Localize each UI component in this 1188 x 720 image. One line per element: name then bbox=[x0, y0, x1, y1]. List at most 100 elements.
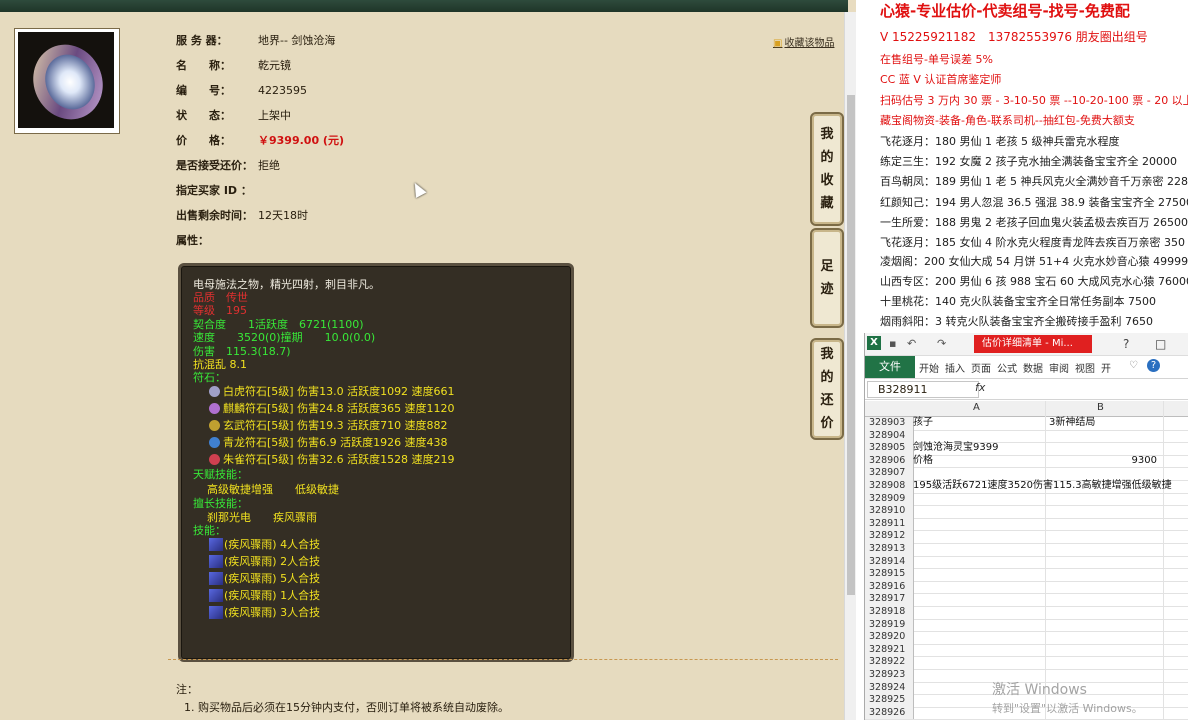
tab-more[interactable]: 开 bbox=[1101, 360, 1111, 375]
sheet-row[interactable]: 328911 bbox=[865, 517, 1188, 532]
item-thumbnail[interactable] bbox=[14, 28, 120, 134]
sheet-row[interactable]: 328916 bbox=[865, 580, 1188, 595]
rune-gem-icon bbox=[209, 403, 220, 414]
tab-file[interactable]: 文件 bbox=[865, 356, 915, 378]
rune-gem-icon bbox=[209, 437, 220, 448]
row-number[interactable]: 328907 bbox=[865, 467, 914, 480]
tab-view[interactable]: 视图 bbox=[1075, 360, 1095, 375]
row-number[interactable]: 328918 bbox=[865, 606, 914, 619]
row-number[interactable]: 328915 bbox=[865, 568, 914, 581]
cell-a[interactable]: 195级活跃6721速度3520伤害115.3高敏捷增强低级敏捷 bbox=[913, 480, 1172, 493]
tab-page[interactable]: 页面 bbox=[971, 360, 991, 375]
sheet-grid[interactable]: 328903 孩子 3新神结局 328904 328905 剑蚀沧海灵宝9399 32890… bbox=[865, 417, 1188, 720]
sheet-row[interactable]: 328907 bbox=[865, 467, 1188, 481]
save-icon[interactable]: ▪ bbox=[889, 337, 896, 350]
row-number[interactable]: 328908 bbox=[865, 480, 914, 493]
cell-a[interactable]: 价格 bbox=[913, 455, 933, 468]
doc-line: 飞花逐月：185 女仙 4 阶水克火程度青龙阵去疾百万亲密 350 bbox=[880, 236, 1185, 249]
fx-icon[interactable]: fx bbox=[975, 381, 985, 394]
tab-home[interactable]: 开始 bbox=[919, 360, 939, 375]
doc-line: 百鸟朝凤：189 男仙 1 老 5 神兵风克火全满妙音千万亲密 228 bbox=[880, 175, 1188, 188]
row-number[interactable]: 328905 bbox=[865, 442, 914, 455]
tab-review[interactable]: 审阅 bbox=[1049, 360, 1069, 375]
column-a-header[interactable]: A bbox=[973, 402, 980, 413]
row-number[interactable]: 328925 bbox=[865, 694, 914, 707]
scrollbar-thumb[interactable] bbox=[847, 95, 855, 595]
row-number[interactable]: 328909 bbox=[865, 492, 914, 506]
sheet-row[interactable]: 328919 bbox=[865, 618, 1188, 633]
undo-icon[interactable]: ↶ bbox=[907, 337, 916, 350]
row-number[interactable]: 328924 bbox=[865, 681, 914, 695]
row-number[interactable]: 328911 bbox=[865, 517, 914, 531]
name-box[interactable]: B328911 bbox=[867, 381, 979, 398]
sheet-row[interactable]: 328921 bbox=[865, 643, 1188, 658]
sheet-row[interactable]: 328914 bbox=[865, 555, 1188, 570]
row-number[interactable]: 328917 bbox=[865, 593, 914, 606]
help-icon[interactable]: ? bbox=[1123, 337, 1129, 351]
column-b-header[interactable]: B bbox=[1097, 402, 1104, 413]
doc-line: 扫码估号 3 万内 30 票 - 3-10-50 票 --10-20-100 票… bbox=[880, 94, 1188, 107]
help-circle-icon[interactable]: ? bbox=[1147, 359, 1160, 372]
row-number[interactable]: 328920 bbox=[865, 631, 914, 644]
restore-icon[interactable]: □ bbox=[1155, 337, 1166, 351]
sheet-row[interactable]: 328913 bbox=[865, 543, 1188, 557]
row-number[interactable]: 328919 bbox=[865, 618, 914, 632]
row-number[interactable]: 328916 bbox=[865, 580, 914, 594]
redo-icon[interactable]: ↷ bbox=[937, 337, 946, 350]
row-number[interactable]: 328923 bbox=[865, 669, 914, 682]
skill-icon bbox=[209, 606, 223, 619]
speed-line: 速度 3520(0)撞期 10.0(0.0) bbox=[193, 331, 376, 344]
row-number[interactable]: 328912 bbox=[865, 530, 914, 543]
sheet-row[interactable]: 328917 bbox=[865, 593, 1188, 607]
sheet-row[interactable]: 328918 bbox=[865, 606, 1188, 620]
row-number[interactable]: 328914 bbox=[865, 555, 914, 569]
rune-item: 麒麟符石[5级] 伤害24.8 活跃度365 速度1120 bbox=[209, 402, 455, 415]
sheet-row[interactable]: 328912 bbox=[865, 530, 1188, 544]
level-line: 等级 195 bbox=[193, 304, 247, 317]
tab-insert[interactable]: 插入 bbox=[945, 360, 965, 375]
my-bargain-tab[interactable]: 我 的 还 价 bbox=[810, 338, 844, 440]
rune-item: 青龙符石[5级] 伤害6.9 活跃度1926 速度438 bbox=[209, 436, 448, 449]
doc-line: CC 蓝 V 认证首席鉴定师 bbox=[880, 73, 1002, 86]
sheet-row[interactable]: 328910 bbox=[865, 505, 1188, 519]
doc-line: 在售组号-单号误差 5% bbox=[880, 53, 993, 66]
tab-data[interactable]: 数据 bbox=[1023, 360, 1043, 375]
rune-gem-icon bbox=[209, 386, 220, 397]
row-number[interactable]: 328903 bbox=[865, 417, 914, 430]
add-favorite-link[interactable]: ▣ 收藏该物品 bbox=[773, 34, 834, 49]
specialty-skills: 刹那光电 疾风骤雨 bbox=[207, 511, 317, 524]
sheet-row[interactable]: 328915 bbox=[865, 568, 1188, 582]
rune-gem-icon bbox=[209, 454, 220, 465]
row-number[interactable]: 328921 bbox=[865, 643, 914, 657]
cell-b[interactable]: 3新神结局 bbox=[1049, 417, 1095, 430]
price-row: 价 格： ￥9399.00 (元) bbox=[176, 134, 344, 147]
row-number[interactable]: 328913 bbox=[865, 543, 914, 556]
sheet-row[interactable]: 328905 剑蚀沧海灵宝9399 bbox=[865, 442, 1188, 456]
sheet-row[interactable]: 328922 bbox=[865, 656, 1188, 670]
skill-item: (疾风骤雨) 1人合技 bbox=[209, 589, 320, 602]
favorite-icon: ▣ bbox=[773, 38, 783, 49]
talent-skills: 高级敏捷增强 低级敏捷 bbox=[207, 483, 339, 496]
doc-line: V 15225921182 13782553976 朋友圈出组号 bbox=[880, 30, 1148, 44]
skill-icon bbox=[209, 538, 223, 551]
sheet-row[interactable]: 328920 bbox=[865, 631, 1188, 645]
item-detail-page: ▣ 收藏该物品 服 务 器： 地界-- 剑蚀沧海 名 称： 乾元镜 编 号： 42235… bbox=[0, 12, 848, 720]
tab-formula[interactable]: 公式 bbox=[997, 360, 1017, 375]
sheet-row[interactable]: 328908 195级活跃6721速度3520伤害115.3高敏捷增强低级敏捷 bbox=[865, 480, 1188, 494]
sheet-row[interactable]: 328903 孩子 3新神结局 bbox=[865, 417, 1188, 431]
footprint-tab[interactable]: 足 迹 bbox=[810, 228, 844, 328]
doc-line: 藏宝阁物资-装备-角色-联系司机--抽红包-免费大额支 bbox=[880, 114, 1135, 127]
cell-a[interactable]: 剑蚀沧海灵宝9399 bbox=[913, 442, 998, 455]
attributes-row: 属性： bbox=[176, 234, 209, 247]
row-number[interactable]: 328922 bbox=[865, 656, 914, 669]
row-number[interactable]: 328910 bbox=[865, 505, 914, 518]
row-number[interactable]: 328904 bbox=[865, 429, 914, 443]
my-favorites-tab[interactable]: 我 的 收 藏 bbox=[810, 112, 844, 226]
cell-a[interactable]: 孩子 bbox=[913, 417, 933, 430]
sheet-row[interactable]: 328909 bbox=[865, 492, 1188, 507]
sheet-row[interactable]: 328906 价格 9300 bbox=[865, 454, 1188, 469]
cell-b[interactable]: 9300 bbox=[1049, 455, 1157, 468]
heart-icon[interactable]: ♡ bbox=[1129, 360, 1138, 371]
row-number[interactable]: 328926 bbox=[865, 706, 914, 720]
row-number[interactable]: 328906 bbox=[865, 454, 914, 468]
